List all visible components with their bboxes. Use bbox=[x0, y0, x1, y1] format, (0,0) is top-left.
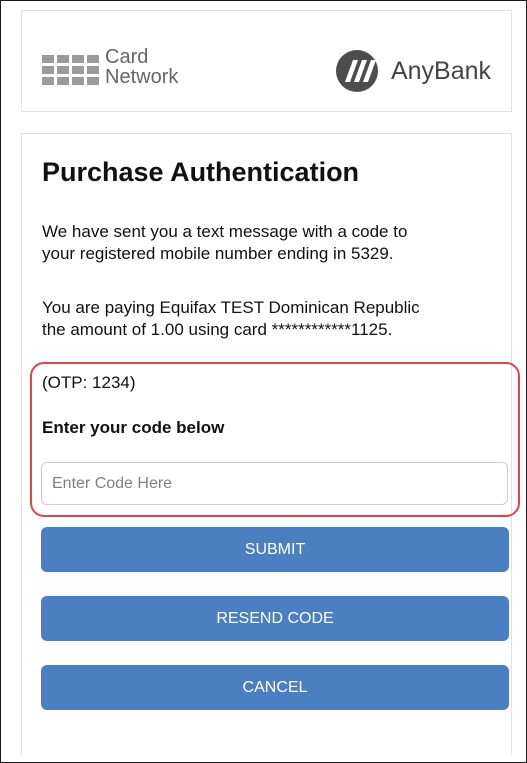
card-network-grid-icon bbox=[42, 55, 99, 85]
bank-name: AnyBank bbox=[390, 56, 491, 85]
page-title: Purchase Authentication bbox=[42, 157, 360, 187]
cancel-button[interactable]: CANCEL bbox=[41, 665, 509, 710]
submit-button[interactable]: SUBMIT bbox=[41, 527, 509, 572]
payment-details-line1: You are paying Equifax TEST Dominican Re… bbox=[42, 298, 420, 317]
card-network-line2: Network bbox=[105, 66, 179, 88]
card-network-line1: Card bbox=[105, 46, 149, 68]
code-input[interactable] bbox=[41, 462, 508, 505]
code-label: Enter your code below bbox=[42, 418, 225, 437]
resend-code-button[interactable]: RESEND CODE bbox=[41, 596, 509, 641]
card-network-logo: Card Network bbox=[42, 47, 178, 87]
header: Card Network AnyBank bbox=[21, 10, 512, 112]
anybank-logo: AnyBank bbox=[335, 49, 491, 93]
otp-hint: (OTP: 1234) bbox=[42, 373, 136, 392]
payment-details-line2: the amount of 1.00 using card **********… bbox=[42, 320, 393, 339]
anybank-slash-icon bbox=[335, 50, 378, 92]
card-network-text: Card Network bbox=[105, 47, 178, 87]
sms-message-line1: We have sent you a text message with a c… bbox=[42, 222, 408, 241]
sms-message-line2: your registered mobile number ending in … bbox=[42, 244, 394, 263]
payment-details: You are paying Equifax TEST Dominican Re… bbox=[42, 297, 512, 341]
sms-message: We have sent you a text message with a c… bbox=[42, 221, 512, 265]
